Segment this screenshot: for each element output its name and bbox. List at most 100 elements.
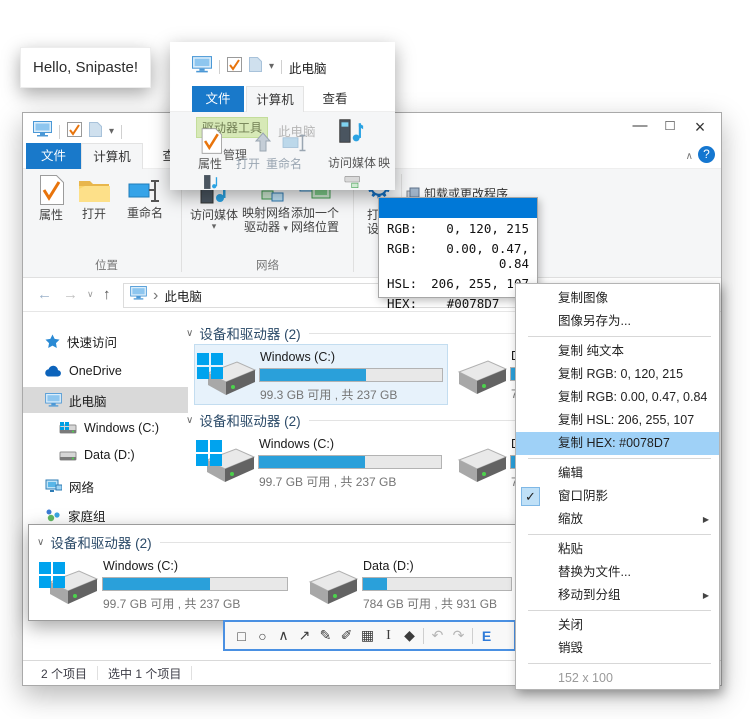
menu-item-copy-plain-text[interactable]: 复制 纯文本	[516, 340, 719, 363]
selected-count: 选中 1 个项目	[108, 665, 181, 682]
qat-checkbox-icon[interactable]	[67, 122, 82, 142]
hello-text: Hello, Snipaste!	[33, 59, 138, 76]
menu-item-copy-rgb-float[interactable]: 复制 RGB: 0.00, 0.47, 0.84	[516, 386, 719, 409]
capacity-bar-fill	[363, 578, 387, 590]
menu-item-window-shadow[interactable]: ✓ 窗口阴影	[516, 485, 719, 508]
menu-item-copy-hsl[interactable]: 复制 HSL: 206, 255, 107	[516, 409, 719, 432]
drive-caption: 99.7 GB 可用 , 共 237 GB	[259, 473, 396, 490]
chevron-down-icon[interactable]: ∨	[186, 328, 193, 339]
menu-separator	[528, 534, 711, 535]
drive-card-windows-c[interactable]: Windows (C:) 99.7 GB 可用 , 共 237 GB	[194, 432, 448, 493]
eraser-tool-icon[interactable]: ◆	[399, 627, 420, 644]
color-swatch	[379, 198, 537, 218]
marker-tool-icon[interactable]: ✐	[336, 627, 357, 644]
capacity-bar	[102, 577, 288, 591]
breadcrumb[interactable]: 此电脑	[164, 286, 202, 305]
network-icon	[45, 479, 62, 493]
menu-separator	[528, 336, 711, 337]
forward-icon[interactable]: →	[63, 286, 78, 303]
mini-tab-row: 文件 计算机 查看	[170, 86, 395, 112]
ribbon-open-button[interactable]: 打开	[73, 177, 115, 221]
up-icon[interactable]: ↑	[103, 286, 111, 303]
maximize-button[interactable]: □	[655, 117, 685, 138]
ribbon-properties-button[interactable]: 属性	[31, 175, 71, 222]
pasted-snippet-explorer[interactable]: ▾ 此电脑 文件 计算机 查看 驱动器工具 此电脑 管理 属性 打开 重命名 访…	[170, 42, 395, 190]
hsl-row: HSL:206, 255, 107	[379, 273, 537, 293]
sidebar-item-network[interactable]: 网络	[23, 473, 188, 499]
tab-file[interactable]: 文件	[26, 143, 81, 169]
tab-computer[interactable]: 计算机	[81, 143, 143, 169]
mini-label-properties: 属性	[198, 155, 222, 172]
menu-item-paste[interactable]: 粘贴	[516, 538, 719, 561]
text-tool-icon[interactable]: I	[378, 628, 399, 644]
dropdown-caret-icon: ▾	[212, 222, 217, 230]
separator	[97, 666, 98, 680]
drive-card-windows-c[interactable]: Windows (C:) 99.3 GB 可用 , 共 237 GB	[194, 344, 448, 405]
clipped-icon-fragment	[200, 174, 222, 190]
color-picker-tooltip: RGB:0, 120, 215 RGB:0.00, 0.47, 0.84 HSL…	[378, 197, 538, 298]
clipped-tool-icon[interactable]: E	[476, 628, 497, 644]
section-header: ∨ 设备和驱动器 (2)	[37, 532, 511, 552]
mini-label-media: 访问媒体	[328, 154, 376, 171]
back-icon[interactable]: ←	[37, 286, 52, 303]
menu-item-replace-with-file[interactable]: 替换为文件...	[516, 561, 719, 584]
collapse-ribbon-icon[interactable]: ∧	[686, 151, 693, 162]
computer-icon	[192, 56, 212, 78]
polyline-tool-icon[interactable]: ∧	[273, 627, 294, 644]
menu-separator	[528, 458, 711, 459]
submenu-arrow-icon: ▶	[703, 508, 709, 531]
redo-icon[interactable]: ↷	[448, 627, 469, 644]
menu-item-edit[interactable]: 编辑	[516, 462, 719, 485]
ellipse-tool-icon[interactable]: ○	[252, 628, 273, 644]
separator	[472, 628, 473, 644]
minimize-button[interactable]: —	[625, 117, 655, 138]
sidebar-item-data-d[interactable]: Data (D:)	[23, 442, 188, 468]
recent-dropdown-icon[interactable]: ∨	[87, 289, 94, 300]
qat-dropdown-icon[interactable]: ▾	[109, 128, 114, 136]
sidebar-item-onedrive[interactable]: OneDrive	[23, 358, 188, 384]
menu-item-copy-rgb[interactable]: 复制 RGB: 0, 120, 215	[516, 363, 719, 386]
rename-icon	[128, 179, 162, 203]
drive-icon	[59, 449, 77, 462]
menu-item-copy-image[interactable]: 复制图像	[516, 287, 719, 310]
properties-icon	[38, 175, 64, 205]
ribbon-rename-button[interactable]: 重命名	[119, 179, 171, 220]
menu-item-zoom[interactable]: 缩放 ▶	[516, 508, 719, 531]
help-icon[interactable]: ?	[698, 146, 715, 163]
mini-ribbon: 驱动器工具 此电脑 管理 属性 打开 重命名 访问媒体 映	[170, 112, 395, 190]
clipped-icon-fragment	[342, 174, 366, 190]
windows-logo-icon	[197, 353, 223, 379]
pasted-snippet-drives[interactable]: ∨ 设备和驱动器 (2) Windows (C:) 99.7 GB 可用 , 共…	[28, 524, 518, 621]
arrow-tool-icon[interactable]: ↗	[294, 627, 315, 644]
sidebar-item-windows-c[interactable]: Windows (C:)	[23, 415, 188, 441]
properties-icon	[200, 128, 222, 154]
pasted-snippet-hello[interactable]: Hello, Snipaste!	[20, 47, 151, 88]
submenu-arrow-icon: ▶	[703, 584, 709, 607]
drive-3d-icon	[452, 442, 508, 486]
menu-item-save-image-as[interactable]: 图像另存为...	[516, 310, 719, 333]
menu-item-copy-hex[interactable]: 复制 HEX: #0078D7	[516, 432, 719, 455]
hex-row: HEX:#0078D7	[379, 293, 537, 313]
drive-name: Windows (C:)	[103, 559, 178, 573]
rectangle-tool-icon[interactable]: □	[231, 628, 252, 644]
mosaic-tool-icon[interactable]: ▦	[357, 627, 378, 644]
qat-page-icon[interactable]	[89, 122, 102, 142]
pencil-tool-icon[interactable]: ✎	[315, 627, 336, 644]
menu-item-close[interactable]: 关闭	[516, 614, 719, 637]
capacity-bar	[362, 577, 512, 591]
sidebar-item-quick-access[interactable]: 快速访问	[23, 328, 188, 354]
homegroup-icon	[45, 508, 61, 522]
sidebar-item-this-pc[interactable]: 此电脑	[23, 387, 188, 413]
undo-icon[interactable]: ↶	[427, 627, 448, 644]
mini-window-title: 此电脑	[289, 58, 327, 77]
chevron-down-icon[interactable]: ∨	[186, 415, 193, 426]
close-button[interactable]: ×	[685, 117, 715, 138]
header-rule	[160, 542, 511, 543]
drive-name: Windows (C:)	[260, 350, 335, 364]
qat-dropdown-icon: ▾	[269, 63, 274, 71]
menu-item-move-to-group[interactable]: 移动到分组 ▶	[516, 584, 719, 607]
menu-item-destroy[interactable]: 销毁	[516, 637, 719, 660]
separator	[59, 125, 60, 139]
windows-logo-icon	[39, 562, 65, 588]
capacity-bar-fill	[260, 369, 366, 381]
